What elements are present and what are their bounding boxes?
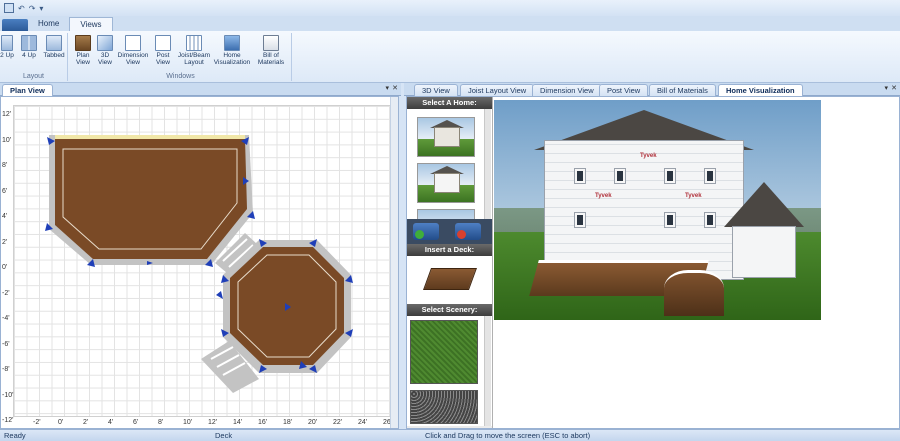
two-up-button[interactable]: 2 Up: [0, 35, 14, 59]
panel-menu-icon[interactable]: ▾: [385, 84, 389, 92]
quick-access-toolbar: ↶ ↷ ▾: [0, 0, 900, 16]
four-up-icon: [21, 35, 37, 51]
home-nav-buttons: [407, 219, 492, 244]
group-layout: 2 Up 4 Up Tabbed Layout: [0, 33, 68, 81]
visualization-sidebar: Select A Home: Insert a Deck: Select Sce…: [407, 97, 493, 428]
four-up-button[interactable]: 4 Up: [19, 35, 39, 59]
home-thumbnail[interactable]: [417, 117, 475, 157]
status-object: Deck: [215, 431, 233, 440]
deck-plan-drawing: [45, 135, 353, 393]
home-thumbnail[interactable]: [417, 163, 475, 203]
panel-menu-icon[interactable]: ▾: [884, 84, 888, 92]
scenery-grass-thumbnail[interactable]: [410, 320, 478, 384]
tab-post-view[interactable]: Post View: [599, 84, 649, 96]
status-ready: Ready: [4, 431, 26, 440]
application-menu-button[interactable]: [2, 19, 28, 31]
cube-icon: [97, 35, 113, 51]
add-icon: [415, 230, 424, 239]
close-icon[interactable]: ✕: [392, 84, 398, 92]
close-icon[interactable]: ✕: [891, 84, 897, 92]
add-home-button[interactable]: [413, 223, 439, 240]
render-house: Tyvek Tyvek Tyvek: [544, 140, 744, 280]
dimension-view-button[interactable]: Dimension View: [117, 35, 149, 66]
tyvek-label: Tyvek: [640, 153, 657, 159]
status-bar: Ready Deck Click and Drag to move the sc…: [0, 429, 900, 441]
viz-panel-header: 3D View Joist Layout View Dimension View…: [404, 83, 900, 96]
dimension-icon: [125, 35, 141, 51]
select-scenery-header: Select Scenery:: [407, 304, 492, 316]
scenery-gravel-thumbnail[interactable]: [410, 390, 478, 424]
3d-view-button[interactable]: 3D View: [95, 35, 115, 66]
group-label-layout: Layout: [22, 73, 45, 80]
ribbon-tab-strip: Home Views: [0, 16, 900, 31]
qat-dropdown-icon[interactable]: ▾: [39, 4, 43, 13]
scenery-list-scrollbar[interactable]: [484, 316, 491, 426]
joist-beam-layout-button[interactable]: Joist/Beam Layout: [176, 35, 212, 66]
deck-main[interactable]: [55, 139, 247, 259]
post-icon: [155, 35, 171, 51]
ribbon: 2 Up 4 Up Tabbed Layout Plan View 3D Vie…: [0, 31, 900, 83]
home-visualization-button[interactable]: Home Visualization: [213, 35, 251, 66]
home-icon: [224, 35, 240, 51]
select-home-header: Select A Home:: [407, 97, 492, 109]
plan-view-canvas[interactable]: 12' 10' 8' 6' 4' 2' 0' -2' -4' -6' -8' -10' -12' -2'…: [0, 96, 399, 429]
plan-view-icon: [75, 35, 91, 51]
plan-panel-header: Plan View ▾ ✕: [0, 83, 401, 96]
render-side-wing: [732, 226, 796, 278]
save-icon[interactable]: [4, 3, 14, 13]
deck-thumbnail-shape: [422, 268, 478, 290]
home-thumbnail-list: [407, 109, 492, 219]
tabbed-button[interactable]: Tabbed: [42, 35, 66, 59]
tabbed-icon: [46, 35, 62, 51]
joist-icon: [186, 35, 202, 51]
tab-bill-of-materials[interactable]: Bill of Materials: [649, 84, 716, 96]
post-view-button[interactable]: Post View: [152, 35, 174, 66]
home-visualization-render[interactable]: Tyvek Tyvek Tyvek: [494, 100, 821, 320]
status-hint: Click and Drag to move the screen (ESC t…: [425, 431, 591, 440]
insert-deck-thumbnail[interactable]: [407, 256, 492, 304]
home-visualization-pane: Select A Home: Insert a Deck: Select Sce…: [406, 96, 900, 429]
tab-plan-view[interactable]: Plan View: [2, 84, 53, 96]
document-icon: [263, 35, 279, 51]
bill-of-materials-button[interactable]: Bill of Materials: [254, 35, 288, 66]
render-deck-round: [664, 270, 724, 316]
home-list-scrollbar[interactable]: [484, 109, 491, 219]
ribbon-tab-views[interactable]: Views: [69, 17, 113, 31]
group-windows: Plan View 3D View Dimension View Post Vi…: [70, 33, 292, 81]
redo-icon[interactable]: ↷: [29, 4, 36, 13]
house-edge: [55, 135, 245, 139]
insert-deck-header: Insert a Deck:: [407, 244, 492, 256]
remove-icon: [457, 230, 466, 239]
plan-vertical-scrollbar[interactable]: [390, 97, 398, 428]
tyvek-label: Tyvek: [595, 193, 612, 199]
remove-home-button[interactable]: [455, 223, 481, 240]
home-thumbnail[interactable]: [417, 209, 475, 219]
tab-dimension-view[interactable]: Dimension View: [532, 84, 602, 96]
tab-joist-layout-view[interactable]: Joist Layout View: [460, 84, 535, 96]
plan-view-button[interactable]: Plan View: [72, 35, 94, 66]
tab-3d-view[interactable]: 3D View: [414, 84, 458, 96]
undo-icon[interactable]: ↶: [18, 4, 25, 13]
ribbon-tab-home[interactable]: Home: [28, 17, 69, 31]
group-label-windows: Windows: [166, 73, 195, 80]
tyvek-label: Tyvek: [685, 193, 702, 199]
two-up-icon: [1, 35, 13, 51]
scenery-list: [407, 316, 492, 426]
tab-home-visualization[interactable]: Home Visualization: [718, 84, 803, 96]
render-side-roof: [724, 182, 804, 227]
